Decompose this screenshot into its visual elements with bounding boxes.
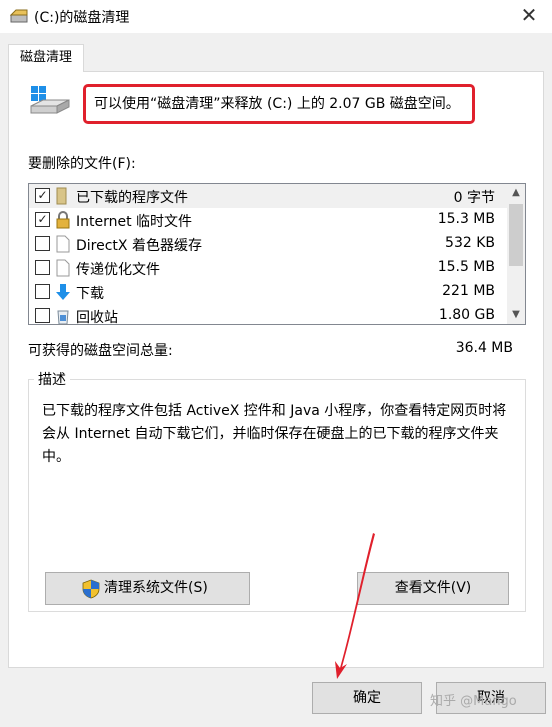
description-legend: 描述 [34,369,70,389]
checkbox[interactable] [35,308,50,323]
item-name: DirectX 着色器缓存 [76,238,202,254]
checkbox[interactable]: ✓ [35,212,50,227]
summary-highlight: 可以使用“磁盘清理”来释放 (C:) 上的 2.07 GB 磁盘空间。 [83,84,475,124]
item-name: 已下载的程序文件 [76,190,188,206]
disk-cleanup-panel: 可以使用“磁盘清理”来释放 (C:) 上的 2.07 GB 磁盘空间。 要删除的… [8,71,544,668]
checkbox[interactable]: ✓ [35,188,50,203]
item-name: 下载 [76,286,104,302]
tab-disk-cleanup[interactable]: 磁盘清理 [8,44,84,72]
folder-icon [56,187,67,205]
ok-button[interactable]: 确定 [312,682,422,714]
watermark: 知乎 @Mango [430,694,517,709]
file-icon [56,259,70,277]
uac-shield-icon [82,579,100,599]
view-files-button[interactable]: 查看文件(V) [357,572,509,605]
clean-system-files-label: 清理系统文件(S) [104,580,208,596]
list-item[interactable]: ✓ Internet 临时文件 15.3 MB [29,208,507,232]
description-text: 已下载的程序文件包括 ActiveX 控件和 Java 小程序，你查看特定网页时… [42,403,507,465]
item-size: 532 KB [445,235,495,251]
total-space-label: 可获得的磁盘空间总量: [28,343,173,359]
checkbox[interactable] [35,260,50,275]
list-item[interactable]: 回收站 1.80 GB [29,304,507,325]
close-icon: ✕ [520,3,538,27]
download-arrow-icon [56,284,70,300]
item-size: 15.3 MB [437,211,495,227]
summary-text: 可以使用“磁盘清理”来释放 (C:) 上的 2.07 GB 磁盘空间。 [94,96,460,112]
drive-icon [30,86,70,114]
total-space-value: 36.4 MB [455,340,513,356]
list-item[interactable]: DirectX 着色器缓存 532 KB [29,232,507,256]
clean-system-files-button[interactable]: 清理系统文件(S) [45,572,250,605]
item-size: 0 字节 [453,190,495,206]
list-scrollbar[interactable]: ▲ ▼ [507,184,525,324]
window-title: (C:)的磁盘清理 [34,10,130,26]
item-size: 221 MB [442,283,495,299]
recycle-bin-icon [57,310,69,324]
scroll-down-icon[interactable]: ▼ [507,306,525,324]
checkbox[interactable] [35,236,50,251]
item-name: Internet 临时文件 [76,214,193,230]
scroll-up-icon[interactable]: ▲ [507,184,525,202]
item-size: 1.80 GB [438,307,495,323]
list-item[interactable]: 下载 221 MB [29,280,507,304]
checkbox[interactable] [35,284,50,299]
item-size: 15.5 MB [437,259,495,275]
list-item[interactable]: 传递优化文件 15.5 MB [29,256,507,280]
disk-cleanup-icon [10,9,28,23]
item-name: 回收站 [76,310,118,325]
list-item[interactable]: ✓ 已下载的程序文件 0 字节 [29,184,507,208]
item-name: 传递优化文件 [76,262,160,278]
files-to-delete-label: 要删除的文件(F): [28,156,136,172]
files-list[interactable]: ✓ 已下载的程序文件 0 字节 ✓ Internet 临时文件 15.3 MB … [28,183,526,325]
file-icon [56,235,70,253]
close-button[interactable]: ✕ [514,2,544,30]
scroll-thumb[interactable] [509,204,523,266]
title-bar: (C:)的磁盘清理 ✕ [0,0,552,33]
lock-icon [56,211,70,229]
